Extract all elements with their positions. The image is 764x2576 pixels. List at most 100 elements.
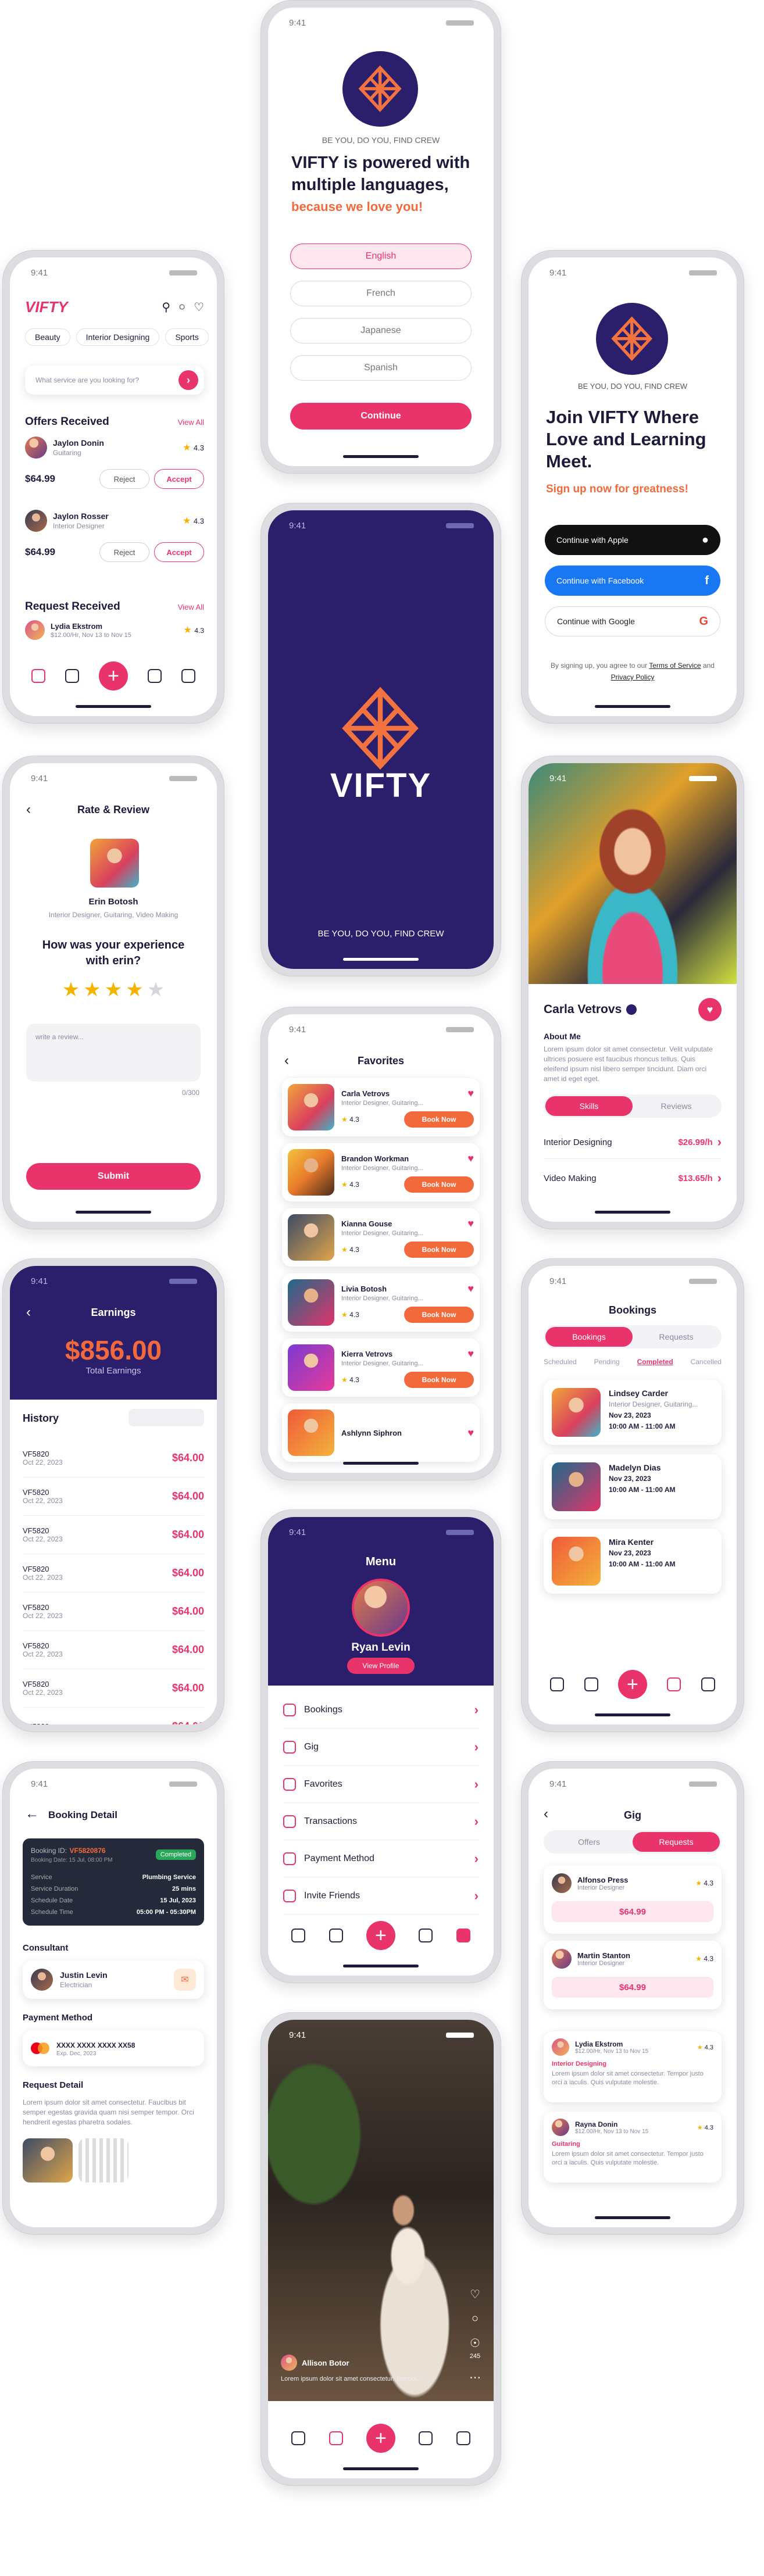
skill-row[interactable]: Video Making $13.65/h › bbox=[544, 1167, 722, 1190]
comment-icon[interactable]: ○ bbox=[472, 2312, 479, 2325]
date-filter[interactable] bbox=[128, 1409, 204, 1426]
bell-icon[interactable]: ♡ bbox=[194, 300, 204, 314]
star-filled-icon[interactable]: ★ bbox=[83, 978, 101, 1001]
heart-icon[interactable]: ♥ bbox=[467, 1087, 474, 1100]
add-button[interactable]: + bbox=[366, 1921, 395, 1950]
wallet-nav-icon[interactable] bbox=[667, 1677, 681, 1691]
menu-item-payment-method[interactable]: Payment Method › bbox=[283, 1840, 479, 1877]
transaction-row[interactable]: VF5820 Oct 22, 2023 $64.00 bbox=[23, 1554, 204, 1593]
review-textarea[interactable]: write a review... bbox=[26, 1024, 201, 1082]
tab-skills[interactable]: Skills bbox=[545, 1096, 633, 1116]
request-item[interactable]: Lydia Ekstrom $12.00/Hr, Nov 13 to Nov 15… bbox=[25, 620, 204, 640]
heart-icon[interactable]: ♥ bbox=[467, 1218, 474, 1230]
transaction-row[interactable]: VF5820 Oct 22, 2023 $64.00 bbox=[23, 1477, 204, 1516]
gig-offer-card[interactable]: Martin Stanton Interior Designer ★ 4.3 $64.… bbox=[544, 1941, 722, 2009]
favorite-card[interactable]: Ashlynn Siphron ♥ bbox=[282, 1404, 480, 1462]
filter-pending[interactable]: Pending bbox=[594, 1358, 620, 1366]
category-chip[interactable]: Beauty bbox=[25, 328, 70, 346]
filter-completed[interactable]: Completed bbox=[637, 1358, 673, 1366]
book-now-button[interactable]: Book Now bbox=[404, 1371, 474, 1388]
google-signin-button[interactable]: Continue with Google G bbox=[545, 606, 720, 636]
terms-link[interactable]: Terms of Service bbox=[649, 661, 701, 670]
requests-view-all[interactable]: View All bbox=[178, 603, 204, 611]
tab-reviews[interactable]: Reviews bbox=[633, 1096, 720, 1116]
accept-button[interactable]: Accept bbox=[154, 542, 204, 562]
attachment-thumbnail[interactable] bbox=[23, 2138, 73, 2183]
offers-view-all[interactable]: View All bbox=[178, 418, 204, 427]
filter-scheduled[interactable]: Scheduled bbox=[544, 1358, 577, 1366]
calendar-nav-icon[interactable] bbox=[65, 669, 79, 683]
star-filled-icon[interactable]: ★ bbox=[62, 978, 80, 1001]
search-go-button[interactable]: › bbox=[178, 370, 198, 390]
location-nav-icon[interactable] bbox=[329, 1929, 343, 1942]
category-chip[interactable]: Sports bbox=[165, 328, 209, 346]
calendar-nav-icon[interactable] bbox=[419, 1929, 433, 1942]
skill-row[interactable]: Interior Designing $26.99/h › bbox=[544, 1130, 722, 1154]
menu-item-favorites[interactable]: Favorites › bbox=[283, 1766, 479, 1803]
chat-icon[interactable]: ✉ bbox=[174, 1969, 196, 1991]
video-frame[interactable] bbox=[268, 2020, 494, 2401]
star-filled-icon[interactable]: ★ bbox=[126, 978, 143, 1001]
view-profile-button[interactable]: View Profile bbox=[347, 1658, 415, 1674]
favorite-card[interactable]: Carla Vetrovs ♥ Interior Designer, Guitari… bbox=[282, 1078, 480, 1136]
favorite-card[interactable]: Brandon Workman ♥ Interior Designer, Guita… bbox=[282, 1143, 480, 1201]
home-nav-icon[interactable] bbox=[291, 1929, 306, 1942]
accept-button[interactable]: Accept bbox=[154, 469, 204, 489]
transaction-row[interactable]: VF5820 $64.00 bbox=[23, 1708, 204, 1725]
category-chip[interactable]: Interior Designing bbox=[76, 328, 160, 346]
calendar-nav-icon[interactable] bbox=[584, 1677, 598, 1691]
like-icon[interactable]: ♡ bbox=[470, 2287, 480, 2302]
home-nav-icon[interactable] bbox=[291, 2431, 306, 2445]
search-bar[interactable]: What service are you looking for? › bbox=[25, 366, 204, 395]
wallet-nav-icon[interactable] bbox=[419, 2431, 433, 2445]
menu-item-gig[interactable]: Gig › bbox=[283, 1729, 479, 1766]
grid-nav-icon[interactable] bbox=[456, 2431, 470, 2445]
booking-card[interactable]: Lindsey Carder Interior Designer, Guitari… bbox=[544, 1380, 722, 1445]
language-option-spanish[interactable]: Spanish bbox=[290, 355, 472, 381]
tab-bookings[interactable]: Bookings bbox=[545, 1327, 633, 1347]
heart-icon[interactable]: ♥ bbox=[467, 1348, 474, 1360]
language-option-french[interactable]: French bbox=[290, 281, 472, 306]
grid-nav-icon[interactable] bbox=[701, 1677, 715, 1691]
grid-nav-icon[interactable] bbox=[456, 1929, 470, 1942]
gig-offer-card[interactable]: Alfonso Press Interior Designer ★ 4.3 $64.9… bbox=[544, 1865, 722, 1934]
book-now-button[interactable]: Book Now bbox=[404, 1176, 474, 1193]
back-arrow-icon[interactable]: ← bbox=[25, 1806, 39, 1822]
favorite-card[interactable]: Kierra Vetrovs ♥ Interior Designer, Guitar… bbox=[282, 1339, 480, 1397]
star-rating[interactable]: ★ ★ ★ ★ ★ bbox=[10, 978, 217, 1001]
menu-item-invite-friends[interactable]: Invite Friends › bbox=[283, 1877, 479, 1915]
reels-nav-icon[interactable] bbox=[329, 2431, 343, 2445]
book-now-button[interactable]: Book Now bbox=[404, 1241, 474, 1258]
tab-offers[interactable]: Offers bbox=[545, 1832, 633, 1852]
filter-cancelled[interactable]: Cancelled bbox=[691, 1358, 722, 1366]
add-button[interactable]: + bbox=[366, 2424, 395, 2453]
chat-icon[interactable]: ○ bbox=[178, 300, 185, 314]
gig-request-card[interactable]: Lydia Ekstrom $12.00/Hr, Nov 13 to Nov 15… bbox=[544, 2031, 722, 2102]
transaction-row[interactable]: VF5820 Oct 22, 2023 $64.00 bbox=[23, 1516, 204, 1554]
payment-card[interactable]: XXXX XXXX XXXX XX58 Exp. Dec, 2023 bbox=[23, 2030, 204, 2066]
facebook-signin-button[interactable]: Continue with Facebook f bbox=[545, 566, 720, 596]
heart-icon[interactable]: ♥ bbox=[467, 1153, 474, 1165]
home-nav-icon[interactable] bbox=[31, 669, 45, 683]
add-button[interactable]: + bbox=[617, 1670, 647, 1699]
language-option-english[interactable]: English bbox=[290, 244, 472, 269]
apple-signin-button[interactable]: Continue with Apple ● bbox=[545, 525, 720, 555]
menu-item-transactions[interactable]: Transactions › bbox=[283, 1803, 479, 1840]
favorite-card[interactable]: Kianna Gouse ♥ Interior Designer, Guitarin… bbox=[282, 1208, 480, 1266]
heart-icon[interactable]: ♥ bbox=[467, 1283, 474, 1295]
add-button[interactable]: + bbox=[99, 661, 128, 690]
tab-requests[interactable]: Requests bbox=[633, 1832, 720, 1852]
star-empty-icon[interactable]: ★ bbox=[147, 978, 165, 1001]
reject-button[interactable]: Reject bbox=[99, 469, 149, 489]
transaction-row[interactable]: VF5820 Oct 22, 2023 $64.00 bbox=[23, 1439, 204, 1477]
heart-icon[interactable]: ♥ bbox=[467, 1427, 474, 1439]
book-now-button[interactable]: Book Now bbox=[404, 1111, 474, 1128]
gig-offer-price[interactable]: $64.99 bbox=[552, 1901, 713, 1922]
book-now-button[interactable]: Book Now bbox=[404, 1306, 474, 1323]
attachment-thumbnail[interactable] bbox=[78, 2138, 128, 2183]
wallet-nav-icon[interactable] bbox=[148, 669, 162, 683]
privacy-link[interactable]: Privacy Policy bbox=[611, 673, 655, 681]
home-nav-icon[interactable] bbox=[550, 1677, 565, 1691]
gig-request-card[interactable]: Rayna Donin $12.00/Hr, Nov 13 to Nov 15 ★ … bbox=[544, 2112, 722, 2183]
booking-card[interactable]: Madelyn Dias Nov 23, 2023 10:00 AM - 11:00… bbox=[544, 1454, 722, 1519]
